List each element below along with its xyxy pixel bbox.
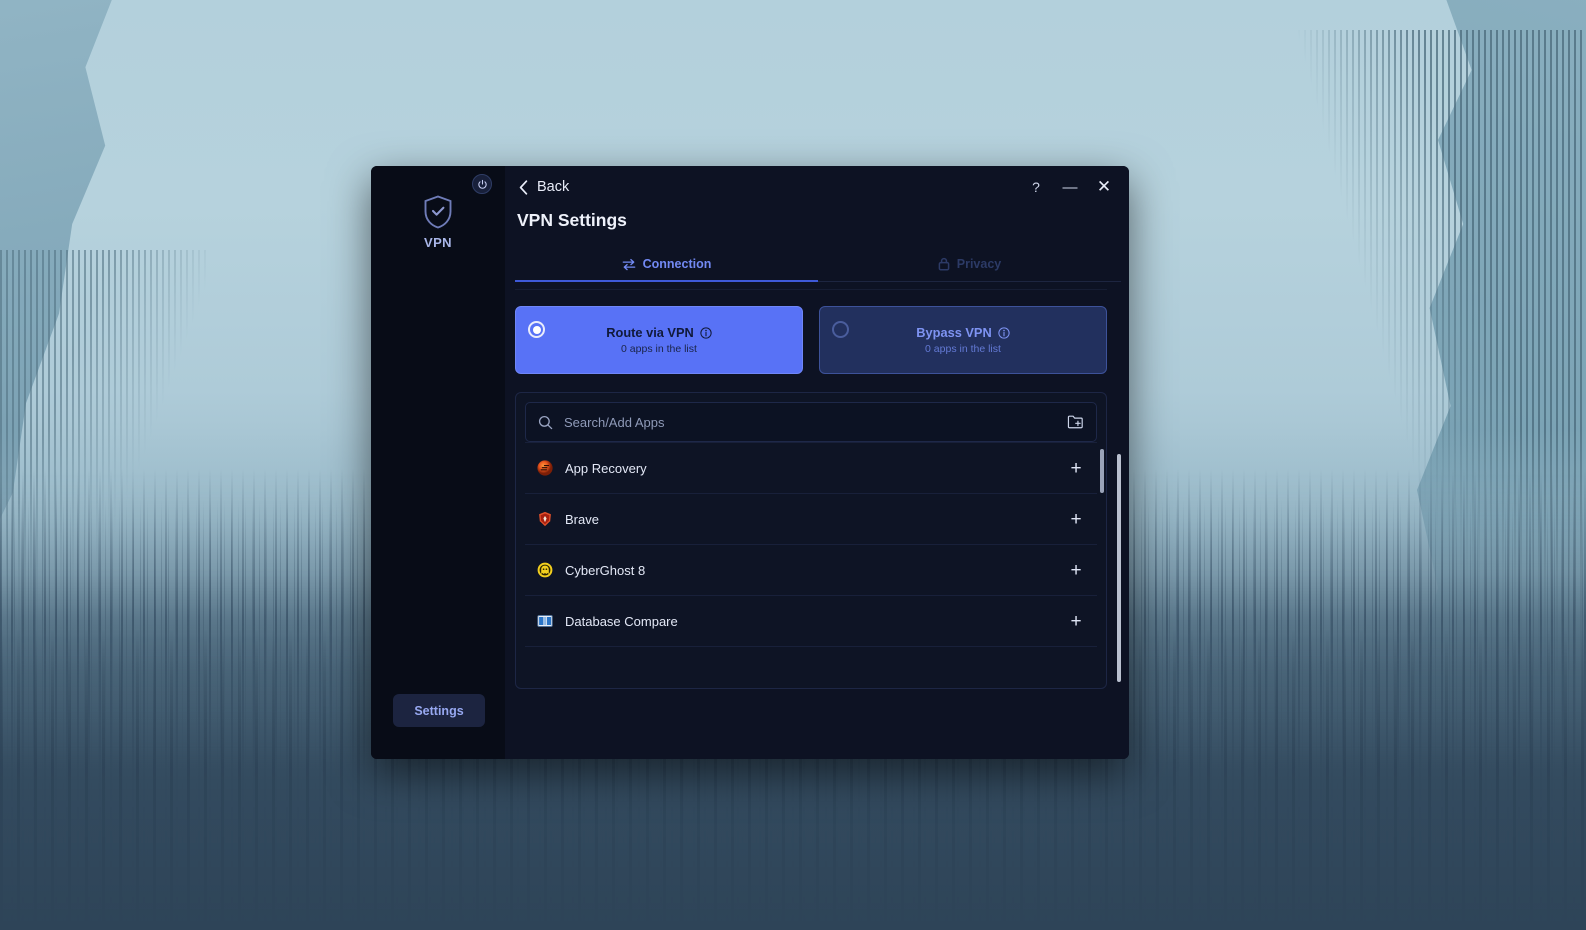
list-item[interactable]: Database Compare + xyxy=(525,595,1097,646)
tab-privacy-label: Privacy xyxy=(956,257,1002,271)
bypass-vpn-radio[interactable] xyxy=(832,321,849,338)
settings-button[interactable]: Settings xyxy=(393,694,485,727)
route-via-vpn-title-wrap: Route via VPN xyxy=(606,325,712,340)
cyberghost-icon xyxy=(537,562,553,578)
add-app-button[interactable]: + xyxy=(1063,455,1089,481)
list-item[interactable]: CyberGhost 8 + xyxy=(525,544,1097,595)
add-app-button[interactable]: + xyxy=(1063,608,1089,634)
power-icon[interactable] xyxy=(472,174,492,194)
add-app-button[interactable]: + xyxy=(1063,506,1089,532)
vpn-app-window: VPN Settings Back ? — ✕ VPN Settings Con… xyxy=(371,166,1129,759)
list-item-label: Database Compare xyxy=(565,613,678,629)
info-icon[interactable] xyxy=(700,326,712,339)
sidebar: VPN Settings xyxy=(371,166,505,759)
page-scrollbar-thumb[interactable] xyxy=(1117,454,1121,682)
shield-check-icon xyxy=(424,195,452,229)
tab-privacy[interactable]: Privacy xyxy=(818,253,1121,282)
bypass-vpn-subtitle: 0 apps in the list xyxy=(925,343,1001,355)
vpn-status-block: VPN xyxy=(371,194,505,250)
close-button[interactable]: ✕ xyxy=(1087,172,1121,202)
list-item[interactable]: Brave + xyxy=(525,493,1097,544)
list-item-label: App Recovery xyxy=(565,460,647,476)
split-tunneling-mode-cards: Route via VPN 0 apps in the list Bypass … xyxy=(515,290,1107,374)
clipped-setting-row[interactable] xyxy=(515,282,1107,290)
bypass-vpn-title-wrap: Bypass VPN xyxy=(916,325,1010,340)
app-list-scrollbar[interactable] xyxy=(1100,449,1104,678)
titlebar: Back ? — ✕ xyxy=(505,166,1129,208)
info-icon[interactable] xyxy=(998,326,1010,339)
brave-icon xyxy=(537,511,553,527)
lock-icon xyxy=(938,257,950,271)
folder-add-icon[interactable] xyxy=(1067,414,1084,430)
list-item[interactable]: App Recovery + xyxy=(525,442,1097,493)
list-item-label: Brave xyxy=(565,511,599,527)
route-via-vpn-title: Route via VPN xyxy=(606,325,694,340)
tab-connection-label: Connection xyxy=(642,257,712,271)
apps-panel: App Recovery + Brave xyxy=(515,392,1107,689)
search-row[interactable] xyxy=(525,402,1097,442)
route-via-vpn-subtitle: 0 apps in the list xyxy=(621,343,697,355)
settings-tabs: Connection Privacy xyxy=(515,253,1121,282)
back-label: Back xyxy=(537,179,570,195)
transfer-arrows-icon xyxy=(622,258,635,270)
chevron-left-icon xyxy=(519,179,528,195)
search-input[interactable] xyxy=(564,414,1056,430)
route-via-vpn-card[interactable]: Route via VPN 0 apps in the list xyxy=(515,306,803,374)
settings-scroll-content: Route via VPN 0 apps in the list Bypass … xyxy=(515,282,1107,759)
add-app-button[interactable]: + xyxy=(1063,557,1089,583)
help-button[interactable]: ? xyxy=(1019,172,1053,202)
bypass-vpn-card[interactable]: Bypass VPN 0 apps in the list xyxy=(819,306,1107,374)
database-compare-icon xyxy=(537,613,553,629)
minimize-button[interactable]: — xyxy=(1053,172,1087,202)
settings-scroll-area: Route via VPN 0 apps in the list Bypass … xyxy=(515,282,1121,759)
main-panel: Back ? — ✕ VPN Settings Connection Priva… xyxy=(505,166,1129,759)
page-scrollbar[interactable] xyxy=(1117,432,1121,731)
tab-connection[interactable]: Connection xyxy=(515,253,818,282)
radio-dot xyxy=(532,325,541,334)
app-recovery-icon xyxy=(537,460,553,476)
search-icon xyxy=(538,415,553,429)
page-title: VPN Settings xyxy=(517,210,627,230)
route-via-vpn-radio[interactable] xyxy=(528,321,545,338)
app-list-scrollbar-thumb[interactable] xyxy=(1100,449,1104,493)
back-button[interactable]: Back xyxy=(513,175,575,199)
desktop-wallpaper: VPN Settings Back ? — ✕ VPN Settings Con… xyxy=(0,0,1586,930)
vpn-label: VPN xyxy=(424,235,452,250)
bypass-vpn-title: Bypass VPN xyxy=(916,325,992,340)
list-tail-spacer xyxy=(525,646,1097,680)
list-item-label: CyberGhost 8 xyxy=(565,562,646,578)
